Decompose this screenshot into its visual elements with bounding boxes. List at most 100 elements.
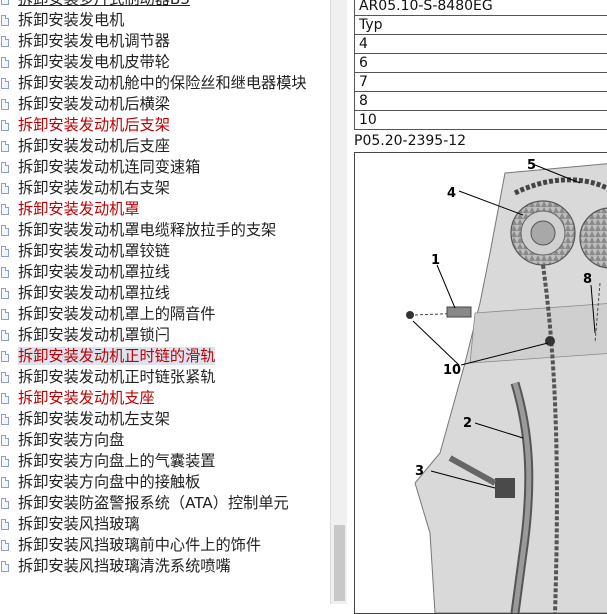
document-icon bbox=[1, 99, 9, 110]
list-item[interactable]: 拆卸安装风挡玻璃 bbox=[0, 514, 307, 535]
list-item[interactable]: 拆卸安装风挡玻璃清洗系统喷嘴 bbox=[0, 556, 307, 577]
document-icon bbox=[1, 246, 9, 257]
vertical-scrollbar[interactable] bbox=[330, 0, 347, 604]
document-icon bbox=[1, 225, 9, 236]
callout-label: 1 bbox=[431, 253, 440, 268]
document-icon bbox=[1, 351, 9, 362]
list-item-label: 拆卸安装发动机后支架 bbox=[18, 116, 170, 134]
document-icon bbox=[1, 393, 9, 404]
spec-type-label: Typ bbox=[355, 16, 607, 35]
spec-row: 10 bbox=[355, 111, 607, 130]
list-item[interactable]: 拆卸安装发动机后横梁 bbox=[0, 94, 307, 115]
list-item[interactable]: 拆卸安装防盗警报系统（ATA）控制单元 bbox=[0, 493, 307, 514]
list-item-label: 拆卸安装方向盘 bbox=[18, 431, 124, 449]
list-item[interactable]: 拆卸安装风挡玻璃前中心件上的饰件 bbox=[0, 535, 307, 556]
list-item[interactable]: 拆卸安装方向盘中的接触板 bbox=[0, 472, 307, 493]
list-item[interactable]: 拆卸安装发动机正时链张紧轨 bbox=[0, 367, 307, 388]
list-item[interactable]: 拆卸安装发电机调节器 bbox=[0, 31, 307, 52]
spec-row: 8 bbox=[355, 92, 607, 111]
list-item[interactable]: 拆卸安装发动机连同变速箱 bbox=[0, 157, 307, 178]
list-item-label: 拆卸安装发动机罩上的隔音件 bbox=[18, 305, 215, 323]
spec-row: 6 bbox=[355, 54, 607, 73]
list-item[interactable]: 拆卸安装发电机 bbox=[0, 10, 307, 31]
list-item-label: 拆卸安装发动机罩 bbox=[18, 200, 140, 218]
document-icon bbox=[1, 330, 9, 341]
list-item-label: 拆卸安装发动机左支架 bbox=[18, 410, 170, 428]
document-icon bbox=[1, 183, 9, 194]
spec-table: AR05.10-S-8480EG Typ 4 6 7 8 10 bbox=[354, 0, 607, 130]
engine-timing-figure: 5 4 1 8 10 2 3 bbox=[354, 152, 607, 614]
list-item-label: 拆卸安装发动机连同变速箱 bbox=[18, 158, 200, 176]
list-item[interactable]: 拆卸安装发动机舱中的保险丝和继电器模块 bbox=[0, 73, 307, 94]
list-item-label: 拆卸安装发动机正时链张紧轨 bbox=[18, 368, 215, 386]
document-icon bbox=[1, 204, 9, 215]
list-item-label: 拆卸安装风挡玻璃 bbox=[18, 515, 140, 533]
list-item-label: 拆卸安装防盗警报系统（ATA）控制单元 bbox=[18, 494, 289, 512]
list-item[interactable]: 拆卸安装发动机左支架 bbox=[0, 409, 307, 430]
document-icon bbox=[1, 414, 9, 425]
list-item-label: 拆卸安装发动机罩拉线 bbox=[18, 263, 170, 281]
document-icon bbox=[1, 456, 9, 467]
list-item-label: 拆卸安装发电机调节器 bbox=[18, 32, 170, 50]
document-icon bbox=[1, 540, 9, 551]
list-item-label: 拆卸安装发动机罩拉线 bbox=[18, 284, 170, 302]
list-item[interactable]: 拆卸安装发动机罩电缆释放拉手的支架 bbox=[0, 220, 307, 241]
list-item[interactable]: 拆卸安装发动机罩铰链 bbox=[0, 241, 307, 262]
figure-caption: P05.20-2395-12 bbox=[354, 133, 466, 149]
callout-label: 5 bbox=[527, 158, 536, 173]
scrollbar-thumb[interactable] bbox=[334, 525, 345, 601]
list-item-label: 拆卸安装方向盘上的气囊装置 bbox=[18, 452, 215, 470]
callout-label: 2 bbox=[463, 416, 472, 431]
list-item[interactable]: 拆卸安装方向盘 bbox=[0, 430, 307, 451]
document-icon bbox=[1, 288, 9, 299]
list-item-label: 拆卸安装发动机后横梁 bbox=[18, 95, 170, 113]
list-item-label: 拆卸安装发动机罩锁闩 bbox=[18, 326, 170, 344]
document-tree-panel: 拆卸安装多片式制动器B3拆卸安装发电机拆卸安装发电机调节器拆卸安装发电机皮带轮拆… bbox=[0, 0, 330, 604]
list-item[interactable]: 拆卸安装发动机罩上的隔音件 bbox=[0, 304, 307, 325]
document-icon bbox=[1, 15, 9, 26]
document-icon bbox=[1, 120, 9, 131]
list-item[interactable]: 拆卸安装发动机正时链的滑轨 bbox=[0, 346, 307, 367]
list-item-label: 拆卸安装发动机舱中的保险丝和继电器模块 bbox=[18, 74, 307, 92]
document-icon bbox=[1, 519, 9, 530]
callout-label: 8 bbox=[583, 272, 592, 287]
list-item[interactable]: 拆卸安装发动机罩 bbox=[0, 199, 307, 220]
list-item-label: 拆卸安装发电机 bbox=[18, 11, 124, 29]
document-icon bbox=[1, 267, 9, 278]
document-icon bbox=[1, 435, 9, 446]
list-item[interactable]: 拆卸安装发动机罩拉线 bbox=[0, 262, 307, 283]
list-item-label: 拆卸安装发动机右支架 bbox=[18, 179, 170, 197]
document-view: AR05.10-S-8480EG Typ 4 6 7 8 10 P05.20-2… bbox=[347, 0, 607, 604]
list-item[interactable]: 拆卸安装多片式制动器B3 bbox=[0, 0, 307, 10]
list-item-label: 拆卸安装方向盘中的接触板 bbox=[18, 473, 200, 491]
document-icon bbox=[1, 162, 9, 173]
list-item-label: 拆卸安装发动机支座 bbox=[18, 389, 155, 407]
list-item-label: 拆卸安装发动机后支座 bbox=[18, 137, 170, 155]
document-icon bbox=[1, 141, 9, 152]
document-icon bbox=[1, 372, 9, 383]
engine-illustration: 5 4 1 8 10 2 3 bbox=[355, 153, 607, 613]
list-item-label: 拆卸安装发动机罩电缆释放拉手的支架 bbox=[18, 221, 276, 239]
callout-label: 10 bbox=[443, 363, 461, 378]
spec-row: 7 bbox=[355, 73, 607, 92]
list-item[interactable]: 拆卸安装发动机罩锁闩 bbox=[0, 325, 307, 346]
document-icon bbox=[1, 0, 9, 5]
list-item-label: 拆卸安装多片式制动器B3 bbox=[18, 0, 190, 8]
list-item-label: 拆卸安装发动机罩铰链 bbox=[18, 242, 170, 260]
document-icon bbox=[1, 477, 9, 488]
callout-label: 4 bbox=[447, 186, 456, 201]
document-icon bbox=[1, 561, 9, 572]
list-item[interactable]: 拆卸安装发动机右支架 bbox=[0, 178, 307, 199]
list-item[interactable]: 拆卸安装发电机皮带轮 bbox=[0, 52, 307, 73]
list-item[interactable]: 拆卸安装发动机支座 bbox=[0, 388, 307, 409]
list-item[interactable]: 拆卸安装方向盘上的气囊装置 bbox=[0, 451, 307, 472]
list-item[interactable]: 拆卸安装发动机后支架 bbox=[0, 115, 307, 136]
document-icon bbox=[1, 78, 9, 89]
spec-row: 4 bbox=[355, 35, 607, 54]
document-icon bbox=[1, 57, 9, 68]
list-item[interactable]: 拆卸安装发动机后支座 bbox=[0, 136, 307, 157]
document-icon bbox=[1, 309, 9, 320]
list-item[interactable]: 拆卸安装发动机罩拉线 bbox=[0, 283, 307, 304]
list-item-label: 拆卸安装发电机皮带轮 bbox=[18, 53, 170, 71]
list-item-label: 拆卸安装风挡玻璃清洗系统喷嘴 bbox=[18, 557, 231, 575]
